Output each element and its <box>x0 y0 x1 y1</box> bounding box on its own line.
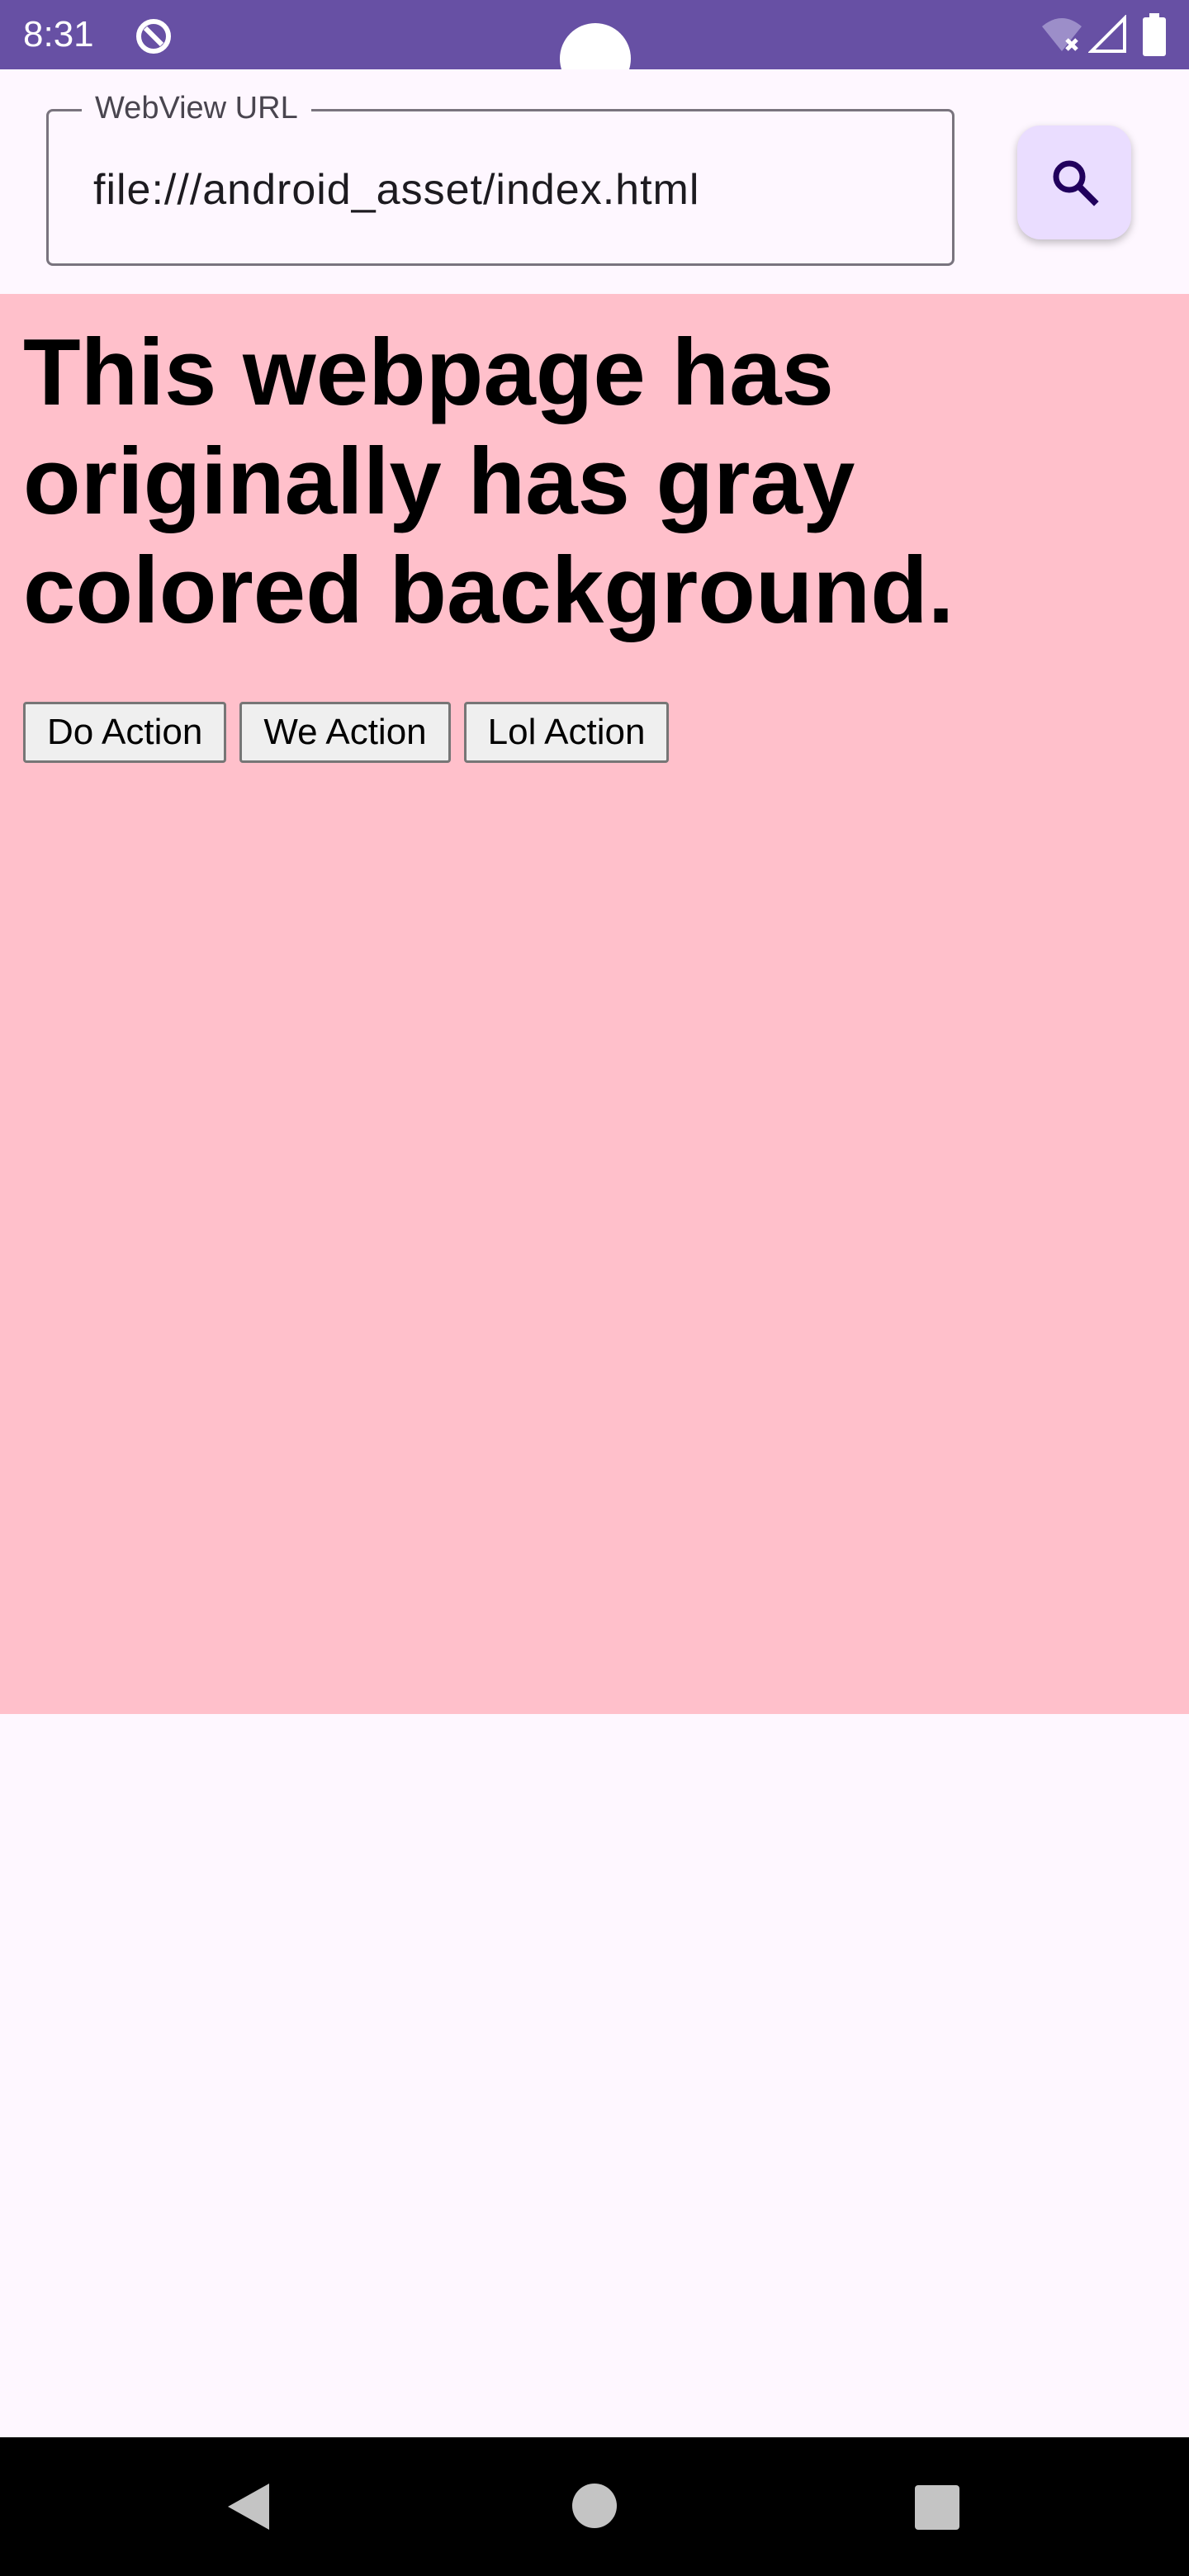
navigation-bar <box>0 2437 1189 2576</box>
back-icon[interactable] <box>223 2480 272 2533</box>
we-action-button[interactable]: We Action <box>239 702 451 763</box>
app-notification-icon <box>134 17 173 56</box>
lol-action-button[interactable]: Lol Action <box>463 702 670 763</box>
search-icon <box>1048 155 1101 211</box>
do-action-button[interactable]: Do Action <box>23 702 227 763</box>
url-toolbar: WebView URL <box>0 69 1189 294</box>
app-screen: 8:31 WebView URL file:///android_asset/i… <box>0 0 1189 2576</box>
webview-button-row: Do Action We Action Lol Action <box>23 702 670 763</box>
wifi-off-icon <box>1039 15 1085 54</box>
search-button[interactable] <box>1017 125 1131 239</box>
url-input[interactable] <box>93 161 919 219</box>
home-icon[interactable] <box>572 2484 617 2528</box>
webview-heading: This webpage has originally has gray col… <box>23 320 955 643</box>
url-field[interactable]: WebView URL <box>46 90 955 266</box>
webview: This webpage has originally has gray col… <box>0 294 1189 1714</box>
recents-icon[interactable] <box>915 2485 959 2530</box>
url-field-label: WebView URL <box>82 90 311 126</box>
status-time: 8:31 <box>23 14 94 54</box>
cell-signal-icon <box>1087 14 1128 54</box>
battery-icon <box>1143 13 1166 56</box>
